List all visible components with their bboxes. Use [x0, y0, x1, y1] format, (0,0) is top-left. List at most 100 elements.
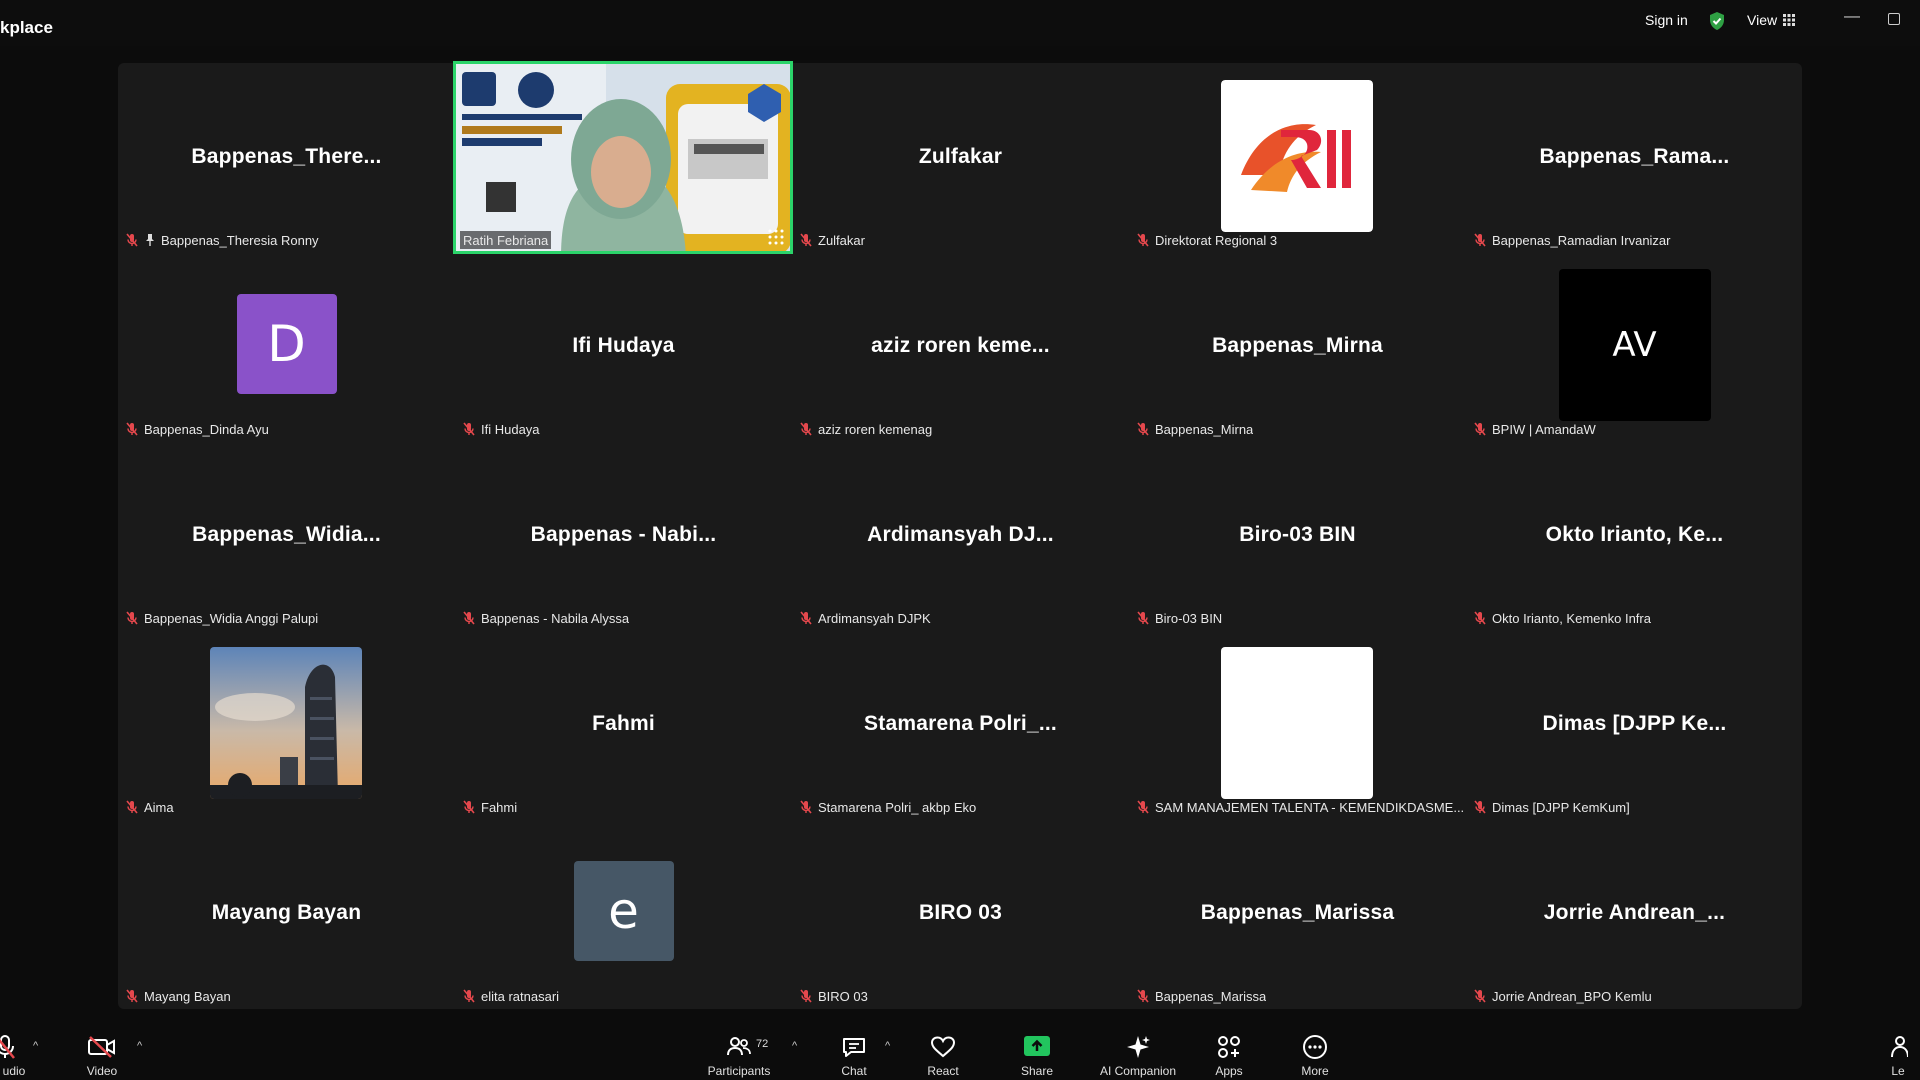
video-options-caret[interactable]: ^	[137, 1040, 142, 1052]
more-icon	[1300, 1032, 1330, 1062]
participant-display-name: Fahmi	[592, 712, 655, 735]
participants-options-caret[interactable]: ^	[792, 1040, 797, 1052]
mic-muted-icon	[126, 233, 138, 247]
mic-muted-icon	[1474, 800, 1486, 814]
avatar-blank	[1221, 647, 1373, 799]
mic-muted-icon	[463, 611, 475, 625]
participant-tile[interactable]: Ifi Hudaya Ifi Hudaya	[455, 252, 792, 441]
app-title: kplace	[0, 18, 53, 37]
sign-in-link[interactable]: Sign in	[1645, 12, 1688, 28]
grid-icon	[1783, 14, 1795, 26]
participant-name-label: Fahmi	[463, 798, 517, 816]
shield-check-icon[interactable]	[1708, 11, 1726, 31]
participant-tile[interactable]: Bappenas_Rama... Bappenas_Ramadian Irvan…	[1466, 63, 1803, 252]
chat-icon	[839, 1032, 869, 1062]
mic-muted-icon	[126, 422, 138, 436]
video-off-icon	[87, 1032, 117, 1062]
participants-button[interactable]: Participants	[694, 1024, 784, 1080]
apps-button[interactable]: Apps	[1184, 1024, 1274, 1080]
avatar-photo	[210, 647, 362, 799]
participant-name-label: Direktorat Regional 3	[1137, 231, 1277, 249]
mic-muted-icon	[800, 800, 812, 814]
participant-name-label: BIRO 03	[800, 987, 868, 1005]
participant-tile[interactable]: SAM MANAJEMEN TALENTA - KEMENDIKDASME...	[1129, 630, 1466, 819]
participant-tile[interactable]: Fahmi Fahmi	[455, 630, 792, 819]
participant-name-label: Aima	[126, 798, 174, 816]
audio-button[interactable]: udio	[0, 1024, 50, 1080]
participant-tile[interactable]: Bappenas_Marissa Bappenas_Marissa	[1129, 819, 1466, 1008]
ai-companion-label: AI Companion	[1099, 1064, 1177, 1078]
title-bar: kplace Sign in View —	[0, 0, 1920, 46]
audio-options-caret[interactable]: ^	[33, 1040, 38, 1052]
mic-muted-icon	[126, 800, 138, 814]
participant-tile[interactable]: Stamarena Polri_... Stamarena Polri_ akb…	[792, 630, 1129, 819]
participant-gallery: Bappenas_There... Bappenas_Theresia Ronn…	[118, 61, 1803, 1009]
restore-button[interactable]	[1888, 13, 1900, 25]
participant-tile[interactable]: Ratih Febriana	[453, 61, 793, 254]
apps-label: Apps	[1215, 1064, 1243, 1078]
participant-name-label: aziz roren kemenag	[800, 420, 932, 438]
participant-name-label: Bappenas_Ramadian Irvanizar	[1474, 231, 1671, 249]
mic-muted-icon	[1137, 233, 1149, 247]
participant-tile[interactable]: Mayang Bayan Mayang Bayan	[118, 819, 455, 1008]
ai-companion-button[interactable]: AI Companion	[1093, 1024, 1183, 1080]
video-button[interactable]: Video	[57, 1024, 147, 1080]
avatar: e	[573, 861, 674, 961]
participants-label: Participants	[707, 1064, 771, 1078]
participant-tile[interactable]: Aima	[118, 630, 455, 819]
participant-tile[interactable]: Bappenas - Nabi... Bappenas - Nabila Aly…	[455, 441, 792, 630]
participant-tile[interactable]: AV BPIW | AmandaW	[1466, 252, 1803, 441]
minimize-button[interactable]: —	[1842, 8, 1862, 32]
participant-tile[interactable]: Dimas [DJPP Ke... Dimas [DJPP KemKum]	[1466, 630, 1803, 819]
mic-muted-icon	[1137, 611, 1149, 625]
participant-tile[interactable]: e elita ratnasari	[455, 819, 792, 1008]
participant-name-label: Dimas [DJPP KemKum]	[1474, 798, 1630, 816]
mic-muted-icon	[1474, 422, 1486, 436]
participant-tile[interactable]: Biro-03 BIN Biro-03 BIN	[1129, 441, 1466, 630]
participant-name-label: Bappenas_Dinda Ayu	[126, 420, 269, 438]
participant-display-name: Dimas [DJPP Ke...	[1542, 712, 1727, 735]
sparkle-icon	[1123, 1032, 1153, 1062]
mic-muted-icon	[126, 611, 138, 625]
participant-name-label: BPIW | AmandaW	[1474, 420, 1596, 438]
mic-muted-icon	[800, 422, 812, 436]
participant-tile[interactable]: Okto Irianto, Ke... Okto Irianto, Kemenk…	[1466, 441, 1803, 630]
participant-display-name: Bappenas_Widia...	[192, 523, 381, 546]
mic-muted-icon	[1474, 989, 1486, 1003]
view-button[interactable]: View	[1747, 12, 1777, 28]
participants-count: 72	[756, 1038, 769, 1050]
mic-muted-icon	[1474, 233, 1486, 247]
share-button[interactable]: Share	[992, 1024, 1082, 1080]
heart-icon	[928, 1032, 958, 1062]
participant-name-label: Ifi Hudaya	[463, 420, 540, 438]
participant-tile[interactable]: D Bappenas_Dinda Ayu	[118, 252, 455, 441]
chat-options-caret[interactable]: ^	[885, 1040, 890, 1052]
tile-menu-icon[interactable]	[768, 229, 784, 245]
participant-display-name: Ifi Hudaya	[572, 334, 675, 357]
participant-name-label: Bappenas_Mirna	[1137, 420, 1253, 438]
meeting-toolbar: udio ^ Video ^ Participants 72 ^ Chat ^ …	[0, 1024, 1920, 1080]
participant-tile[interactable]: Direktorat Regional 3	[1129, 63, 1466, 252]
participant-display-name: Ardimansyah DJ...	[867, 523, 1054, 546]
leave-button[interactable]: Le	[1868, 1024, 1920, 1080]
participant-tile[interactable]: Zulfakar Zulfakar	[792, 63, 1129, 252]
avatar-logo	[1221, 80, 1373, 232]
participant-tile[interactable]: Jorrie Andrean_... Jorrie Andrean_BPO Ke…	[1466, 819, 1803, 1008]
participant-name-label: Mayang Bayan	[126, 987, 231, 1005]
participant-tile[interactable]: aziz roren keme... aziz roren kemenag	[792, 252, 1129, 441]
mic-muted-icon	[800, 611, 812, 625]
mic-muted-icon	[1474, 611, 1486, 625]
participant-tile[interactable]: Ardimansyah DJ... Ardimansyah DJPK	[792, 441, 1129, 630]
chat-button[interactable]: Chat	[809, 1024, 899, 1080]
participant-tile[interactable]: BIRO 03 BIRO 03	[792, 819, 1129, 1008]
react-button[interactable]: React	[898, 1024, 988, 1080]
participant-tile[interactable]: Bappenas_Widia... Bappenas_Widia Anggi P…	[118, 441, 455, 630]
more-button[interactable]: More	[1270, 1024, 1360, 1080]
participant-display-name: Okto Irianto, Ke...	[1545, 523, 1724, 546]
mic-muted-icon	[126, 989, 138, 1003]
video-label: Video	[86, 1064, 118, 1078]
participant-tile[interactable]: Bappenas_Mirna Bappenas_Mirna	[1129, 252, 1466, 441]
mic-muted-icon	[800, 989, 812, 1003]
participant-tile[interactable]: Bappenas_There... Bappenas_Theresia Ronn…	[118, 63, 455, 252]
participant-display-name: Jorrie Andrean_...	[1543, 901, 1726, 924]
